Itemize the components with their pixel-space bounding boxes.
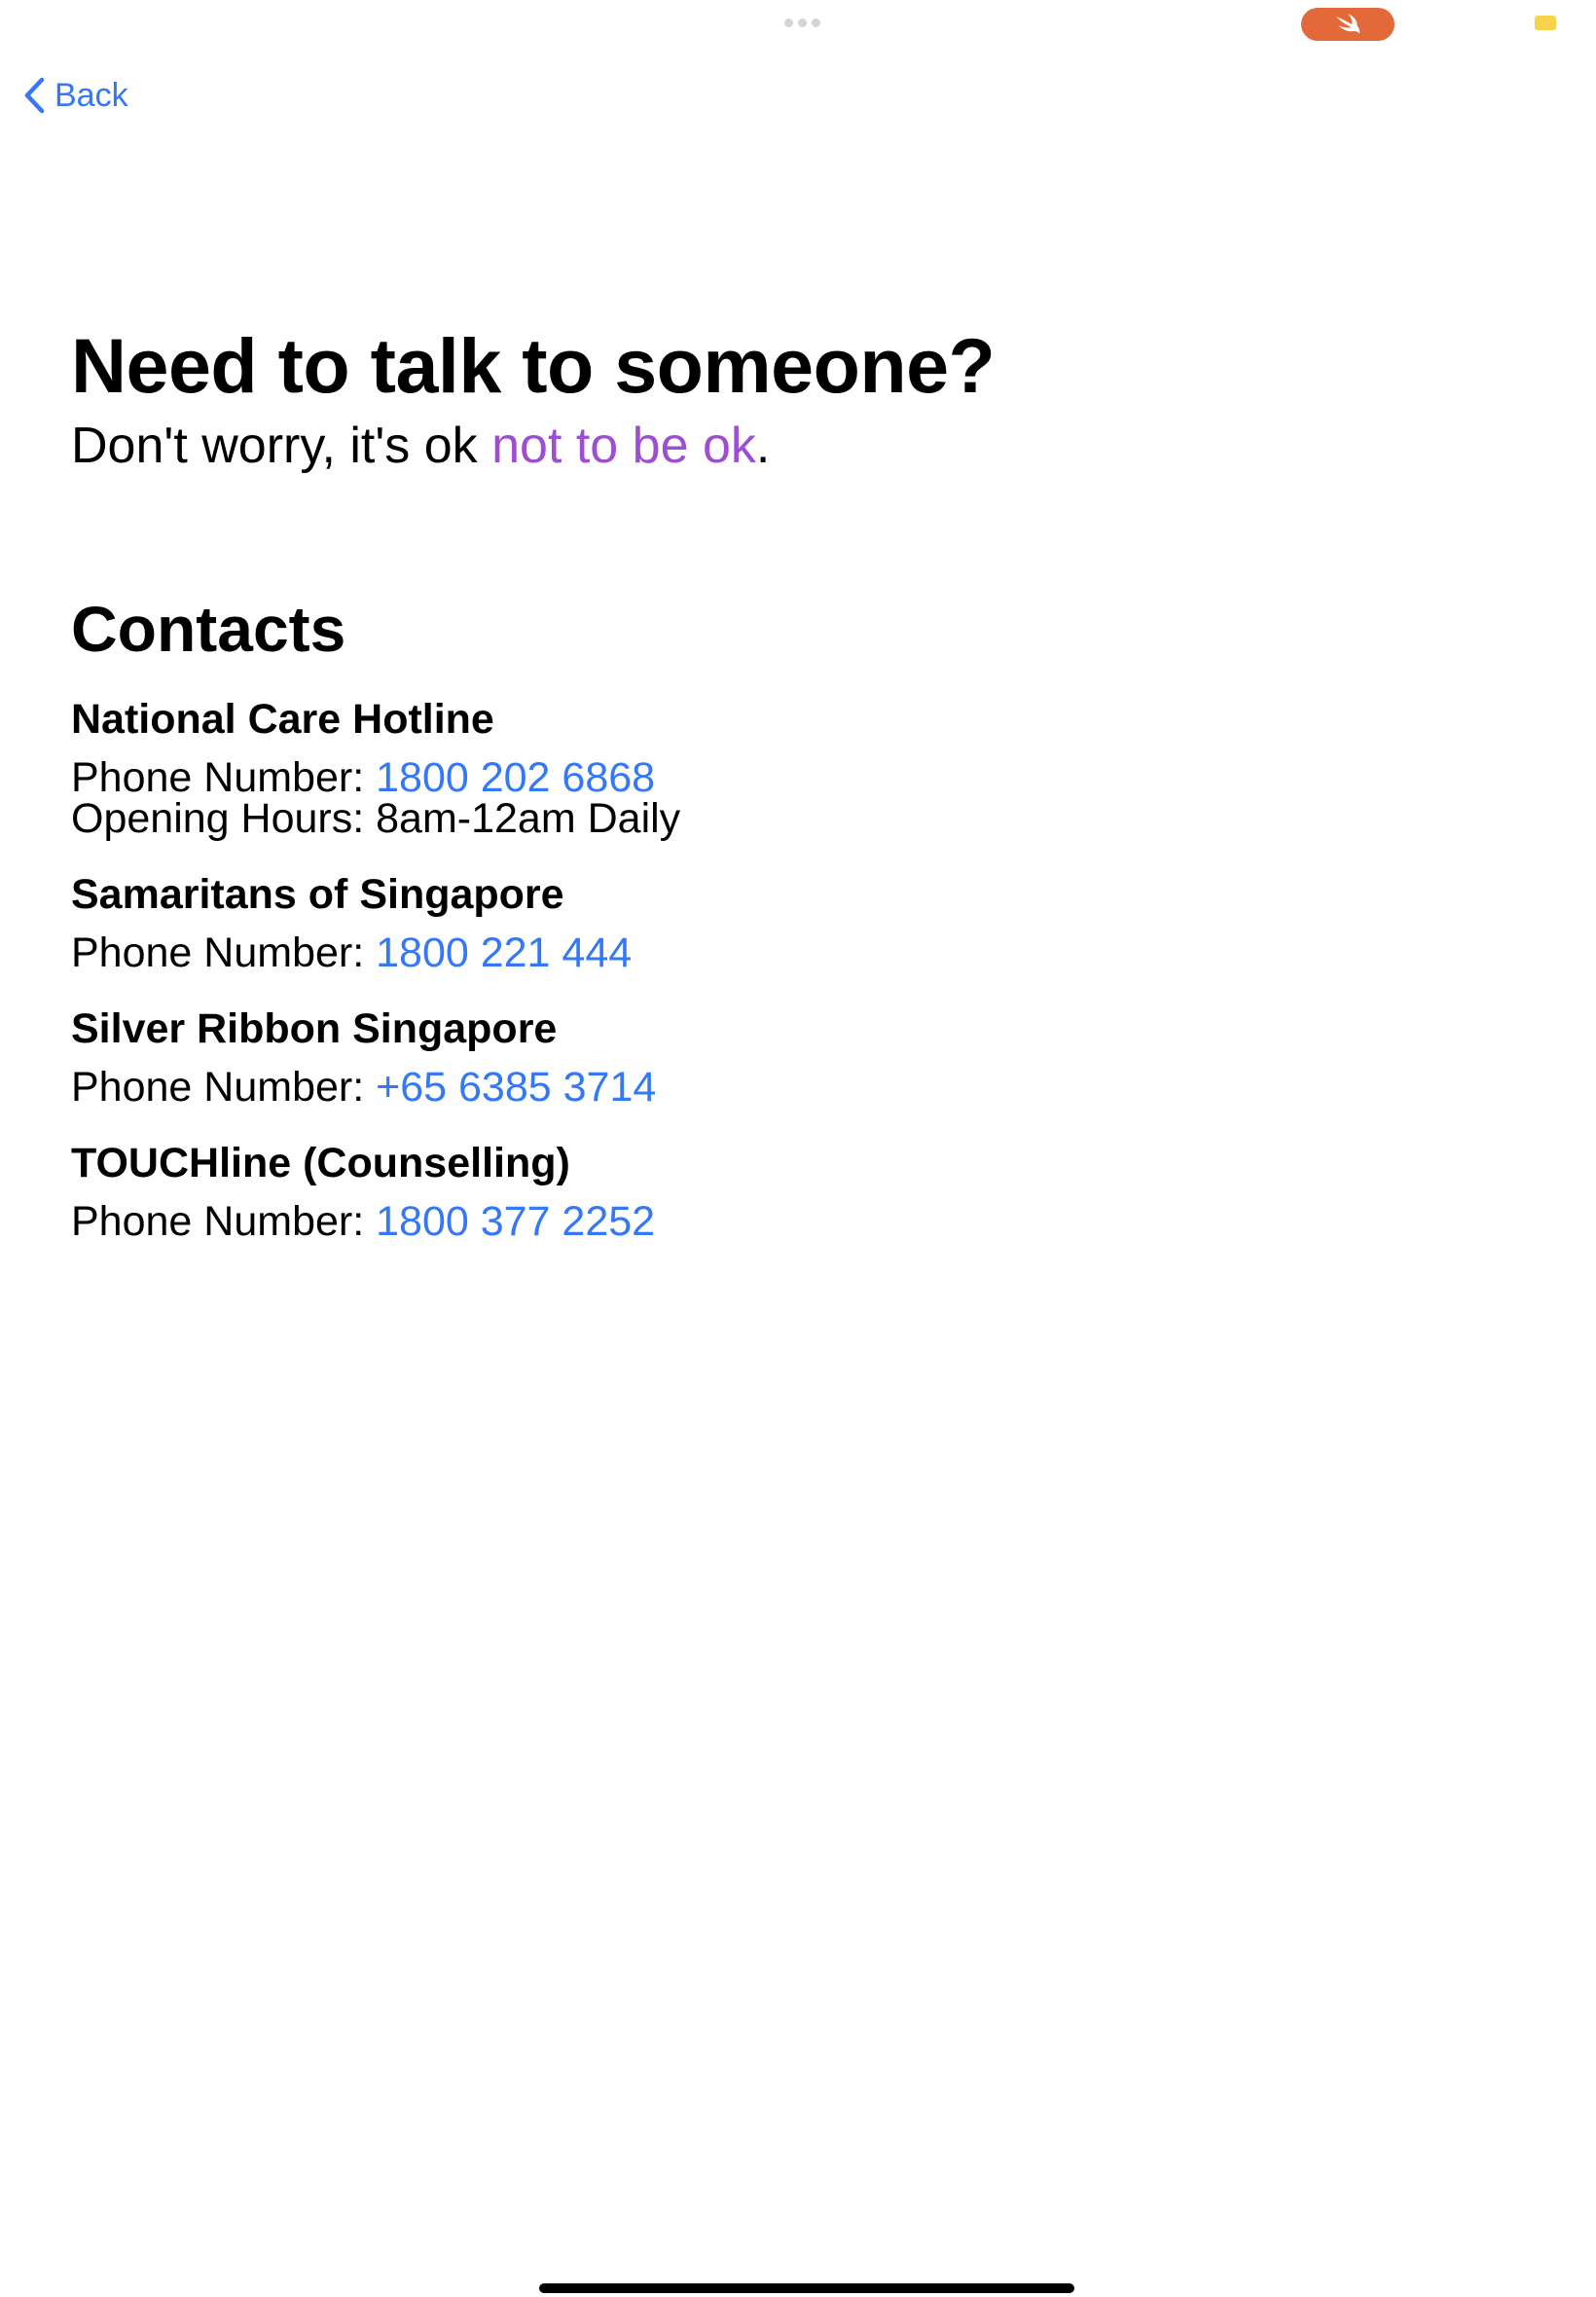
dot — [798, 18, 807, 27]
subtitle-text: Don't worry, it's ok — [71, 418, 492, 474]
chevron-left-icon — [24, 77, 45, 114]
phone-label: Phone Number: — [71, 1198, 377, 1245]
multitasking-dots[interactable] — [784, 18, 820, 27]
phone-link[interactable]: +65 6385 3714 — [376, 1064, 656, 1111]
subtitle-period: . — [755, 418, 771, 474]
contact-phone-row: Phone Number: 1800 221 444 — [71, 922, 680, 984]
contact-name: National Care Hotline — [71, 696, 494, 743]
hours-label: Opening Hours: — [71, 795, 377, 842]
contact-phone-row: Phone Number: +65 6385 3714 — [71, 1056, 680, 1118]
contacts-list: National Care Hotline Phone Number: 1800… — [71, 692, 680, 1253]
back-button[interactable]: Back — [23, 76, 128, 115]
contact-phone-row: Phone Number: 1800 377 2252 — [71, 1190, 680, 1253]
phone-link[interactable]: 1800 377 2252 — [376, 1198, 655, 1245]
dot — [784, 18, 793, 27]
back-label: Back — [54, 77, 128, 114]
phone-label: Phone Number: — [71, 1064, 377, 1111]
dot — [812, 18, 820, 27]
contact-national-care-hotline: National Care Hotline Phone Number: 1800… — [71, 692, 680, 850]
page-title: Need to talk to someone? — [71, 322, 996, 409]
contact-name: Samaritans of Singapore — [71, 871, 564, 918]
main-content: Need to talk to someone? Don't worry, it… — [71, 317, 1525, 1245]
swift-logo-icon — [1336, 14, 1360, 34]
page-subtitle: Don't worry, it's ok not to be ok. — [71, 415, 1525, 477]
contact-name: Silver Ribbon Singapore — [71, 1005, 558, 1052]
subtitle-highlight: not to be ok — [491, 418, 756, 474]
contact-silver-ribbon-singapore: Silver Ribbon Singapore Phone Number: +6… — [71, 1002, 680, 1118]
contact-hours-row: Opening Hours: 8am-12am Daily — [71, 787, 680, 850]
contacts-heading: Contacts — [71, 593, 346, 665]
battery-icon — [1535, 16, 1556, 30]
contact-touchline-counselling: TOUCHline (Counselling) Phone Number: 18… — [71, 1136, 680, 1253]
contact-samaritans-of-singapore: Samaritans of Singapore Phone Number: 18… — [71, 867, 680, 984]
swift-playgrounds-badge[interactable] — [1301, 8, 1395, 41]
phone-label: Phone Number: — [71, 930, 377, 976]
contact-name: TOUCHline (Counselling) — [71, 1140, 570, 1186]
home-indicator[interactable] — [539, 2283, 1074, 2293]
phone-link[interactable]: 1800 221 444 — [376, 930, 632, 976]
hours-value: 8am-12am Daily — [376, 795, 681, 842]
